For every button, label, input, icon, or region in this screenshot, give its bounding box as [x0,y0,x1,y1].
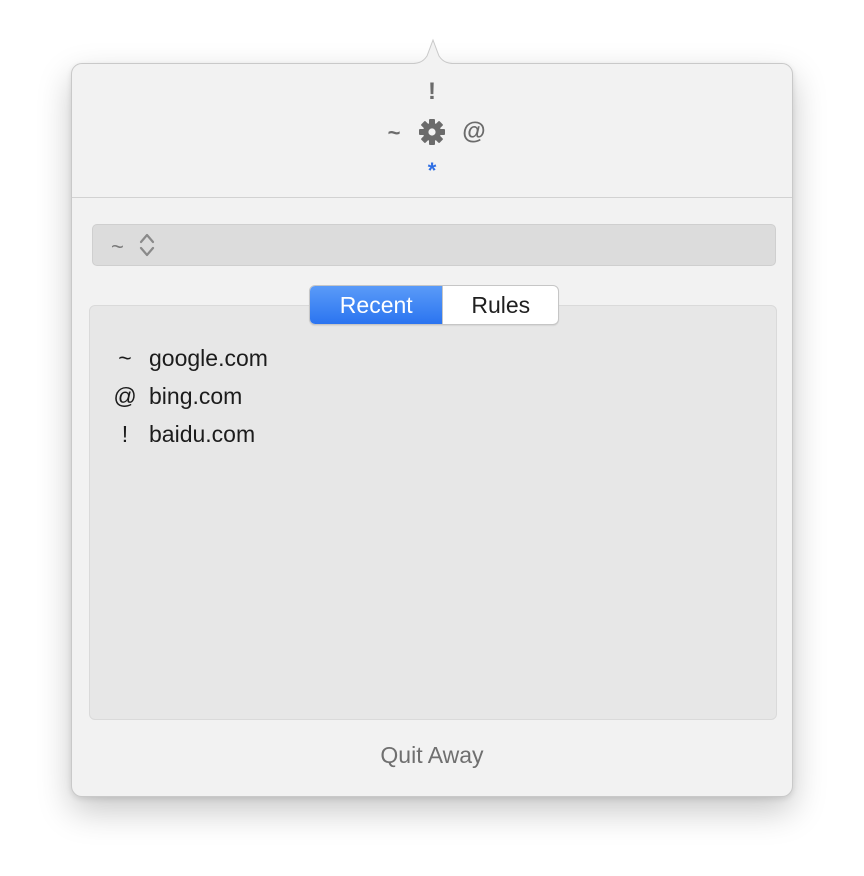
list-item-mode: ~ [118,344,132,371]
popover-window: ! ~ @ * ~ Recent Rules ~ google.com @ bi… [71,38,793,797]
list-item[interactable]: ! baidu.com [102,415,702,453]
tab-bar: Recent Rules [309,285,559,325]
list-item-mode: ! [121,420,129,447]
list-item-domain: bing.com [149,382,243,409]
list-item[interactable]: @ bing.com [102,377,702,415]
mode-select-value: ~ [111,234,124,259]
list-item-mode: @ [113,382,137,409]
mode-at-button[interactable]: @ [460,120,488,144]
list-item-domain: google.com [149,344,268,371]
mode-tilde-button[interactable]: ~ [382,122,406,144]
tab-rules[interactable]: Rules [442,286,558,324]
tab-recent[interactable]: Recent [310,286,443,324]
gear-icon[interactable] [418,118,446,146]
recent-list: ~ google.com @ bing.com ! baidu.com [102,339,702,453]
quit-button[interactable]: Quit Away [72,742,792,769]
mode-exclamation-button[interactable]: ! [422,80,442,104]
list-item-domain: baidu.com [149,420,256,447]
mode-picker: ! ~ @ * [72,64,792,198]
mode-select[interactable]: ~ [92,224,776,266]
mode-asterisk-button[interactable]: * [422,160,442,182]
popover-panel: ! ~ @ * ~ Recent Rules ~ google.com @ bi… [71,63,793,797]
popover-arrow [405,38,461,65]
up-down-chevron-icon [139,233,155,257]
list-item[interactable]: ~ google.com [102,339,702,377]
